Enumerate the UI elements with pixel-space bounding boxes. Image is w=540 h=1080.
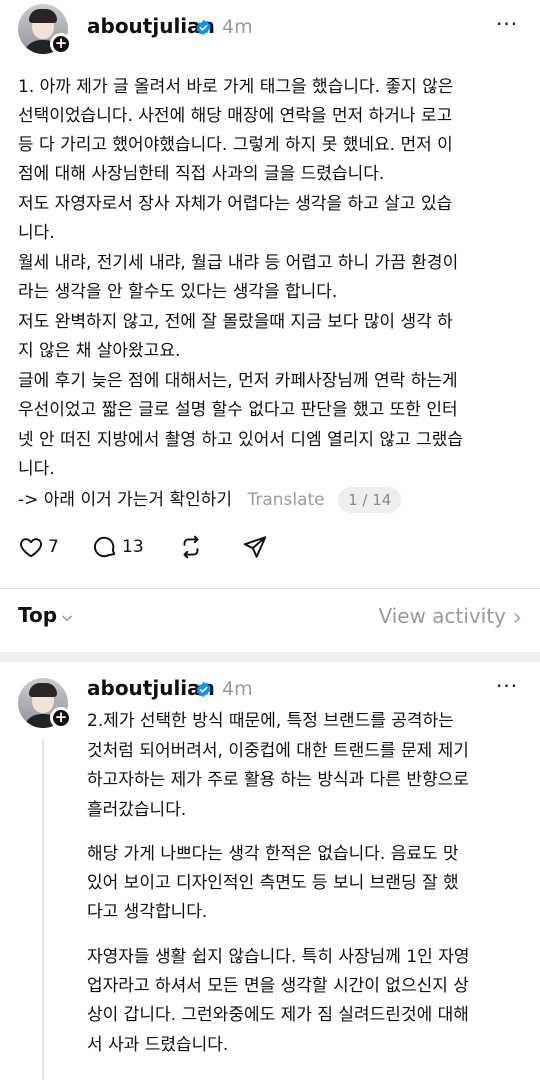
section-divider xyxy=(0,652,540,662)
translate-link[interactable]: Translate xyxy=(247,490,324,510)
view-activity-link[interactable]: View activity xyxy=(378,604,506,628)
chevron-down-icon[interactable] xyxy=(60,611,74,625)
repost-icon xyxy=(183,535,199,559)
chevron-right-icon[interactable] xyxy=(510,611,524,625)
comment-bubble-icon xyxy=(93,536,116,558)
like-button[interactable]: 7 xyxy=(18,534,59,560)
post-text-line: 글에 후기 늦은 점에 대해서는, 먼저 카페사장님께 연락 하는게 xyxy=(18,371,458,391)
verified-badge-icon xyxy=(196,19,211,36)
verified-badge-icon xyxy=(196,681,211,698)
image-page-indicator: 1 / 14 xyxy=(338,487,402,513)
post-text-line: 자영자들 생활 쉽지 않습니다. 특히 사장님께 1인 자영 xyxy=(87,947,470,967)
post-time: 4m xyxy=(222,16,253,38)
post-text-line: 서 사과 드렸습니다. xyxy=(87,1035,229,1055)
post-text-line: 흘러갔습니다. xyxy=(87,800,187,820)
post-text-line: 선택이었습니다. 사전에 해당 매장에 연락을 먼저 하거나 로고 xyxy=(18,106,453,126)
post-text-line: 니다. xyxy=(18,459,55,479)
follow-plus-icon[interactable]: + xyxy=(50,707,72,729)
heart-icon xyxy=(20,538,42,558)
post-text-line: 다고 생각합니다. xyxy=(87,902,208,922)
post-text-line: 라는 생각을 안 할수도 있다는 생각을 합니다. xyxy=(18,282,338,302)
more-options-icon[interactable]: ··· xyxy=(496,674,518,698)
post-text-line: 하고자하는 제가 주로 활용 하는 방식과 다른 반향으로 xyxy=(87,770,469,790)
post-text-last-line: -> 아래 이거 가는거 확인하기 Translate 1 / 14 xyxy=(18,486,402,515)
comment-count: 13 xyxy=(122,537,144,557)
post-text-line: 등 다 가리고 했어야했습니다. 그렇게 하지 못 했네요. 먼저 이 xyxy=(18,135,453,155)
post-text-line: -> 아래 이거 가는거 확인하기 xyxy=(18,490,233,510)
post-text-line: 우선이었고 짧은 글로 설명 할수 없다고 판단을 했고 또한 인터 xyxy=(18,400,458,420)
post-text-line: 넷 안 떠진 지방에서 촬영 하고 있어서 디엠 열리지 않고 그랬습 xyxy=(18,430,464,450)
post-text-line: 있어 보이고 디자인적인 측면도 등 보니 브랜딩 잘 했 xyxy=(87,873,459,893)
post-text-line: 상이 갑니다. 그런와중에도 제가 짐 실려드린것에 대해 xyxy=(87,1005,469,1025)
post-text-line: 것처럼 되어버려서, 이중컵에 대한 트랜드를 문제 제기 xyxy=(87,741,469,761)
post-text-line: 2.제가 선택한 방식 때문에, 특정 브랜드를 공격하는 xyxy=(87,711,454,731)
post-text-line: 지 않은 채 살아왔고요. xyxy=(18,341,181,361)
sort-label: Top xyxy=(18,603,58,627)
follow-plus-icon[interactable]: + xyxy=(50,33,72,55)
like-count: 7 xyxy=(48,537,59,557)
share-button[interactable] xyxy=(242,534,268,560)
post-text-line: 해당 가게 나쁘다는 생각 한적은 없습니다. 음료도 맛 xyxy=(87,844,459,864)
post-text-line: 점에 대해 사장님한테 직접 사과의 글을 드렸습니다. xyxy=(18,164,385,184)
post-text-line: 저도 자영자로서 장사 자체가 어렵다는 생각을 하고 살고 있습 xyxy=(18,194,453,214)
divider xyxy=(0,588,540,589)
post-text-line: 월세 내랴, 전기세 내랴, 월급 내랴 등 어렵고 하니 가끔 환경이 xyxy=(18,253,459,273)
post-time: 4m xyxy=(222,678,253,700)
post-text-line: 니다. xyxy=(18,223,55,243)
more-options-icon[interactable]: ··· xyxy=(496,12,518,36)
repost-button[interactable] xyxy=(178,534,204,560)
post-text-line: 1. 아까 제가 글 올려서 바로 가게 태그을 했습니다. 좋지 않은 xyxy=(18,77,454,97)
thread-connector-line xyxy=(42,740,44,1080)
post-text-line: 업자라고 하셔서 모든 면을 생각할 시간이 없으신지 상 xyxy=(87,976,469,996)
post-text-line: 저도 완벽하지 않고, 전에 잘 몰랐을때 지금 보다 많이 생각 하 xyxy=(18,312,453,332)
sort-dropdown[interactable]: Top xyxy=(18,603,57,627)
reply-button[interactable]: 13 xyxy=(92,534,144,560)
send-icon xyxy=(243,536,267,558)
